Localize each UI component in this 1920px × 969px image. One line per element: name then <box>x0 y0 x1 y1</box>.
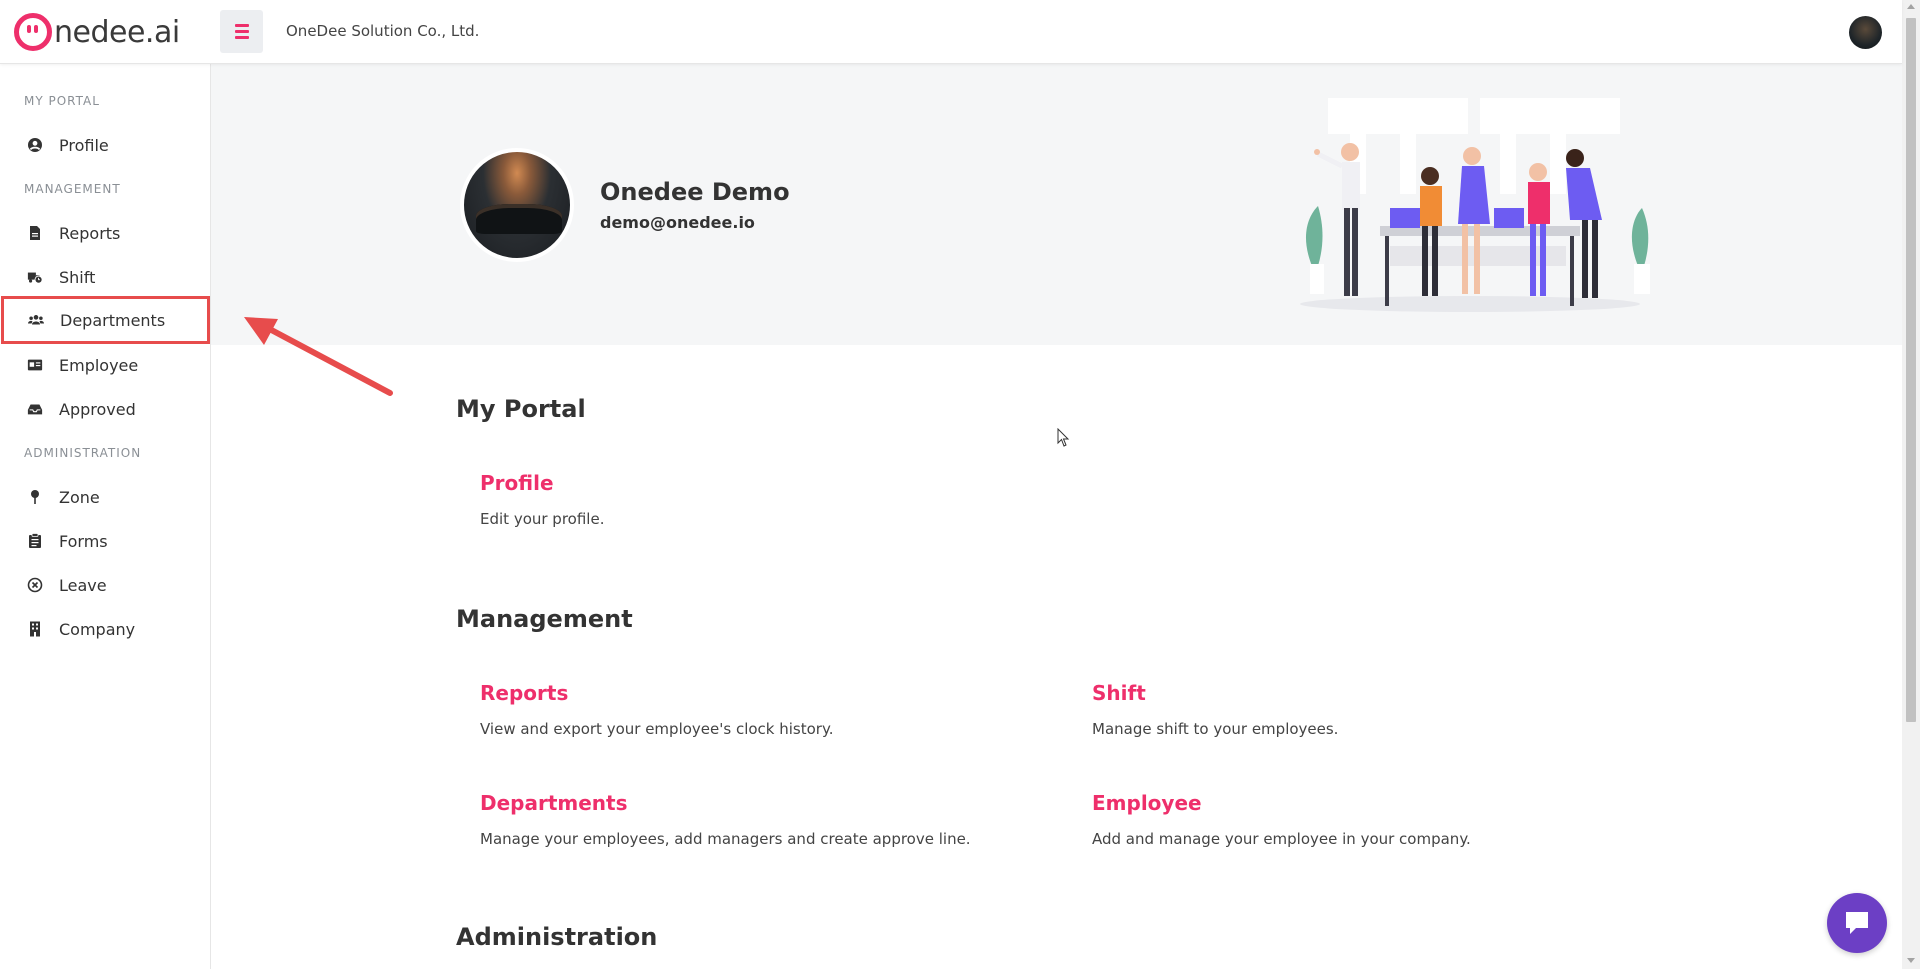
card-profile-desc: Edit your profile. <box>480 510 605 528</box>
scroll-up-arrow-icon[interactable] <box>1907 4 1915 9</box>
onedee-logo[interactable]: nedee.ai <box>14 12 180 52</box>
card-employee-link[interactable]: Employee <box>1092 791 1202 815</box>
hamburger-menu-button[interactable] <box>220 10 263 53</box>
card-reports-desc: View and export your employee's clock hi… <box>480 720 834 738</box>
card-departments-link[interactable]: Departments <box>480 791 628 815</box>
id-card-icon <box>27 357 43 373</box>
menu-icon <box>234 24 249 27</box>
card-departments-desc: Manage your employees, add managers and … <box>480 830 971 848</box>
sidebar-item-profile[interactable]: Profile <box>0 123 211 167</box>
top-bar: nedee.ai OneDee Solution Co., Ltd. <box>0 0 1902 64</box>
sidebar-item-zone[interactable]: Zone <box>0 475 211 519</box>
chat-bubble-icon <box>1846 912 1868 934</box>
sidebar-item-label: Employee <box>59 355 139 375</box>
sidebar-item-forms[interactable]: Forms <box>0 519 211 563</box>
building-icon <box>27 621 43 637</box>
page-scrollbar[interactable] <box>1902 0 1920 969</box>
sidebar-section-administration: ADMINISTRATION <box>24 446 142 460</box>
x-circle-icon <box>27 577 43 593</box>
sidebar-item-employee[interactable]: Employee <box>0 343 211 387</box>
sidebar-item-departments[interactable]: Departments <box>1 296 210 344</box>
card-reports-link[interactable]: Reports <box>480 681 568 705</box>
user-circle-icon <box>27 137 43 153</box>
sidebar-item-label: Profile <box>59 135 109 155</box>
profile-email: demo@onedee.io <box>600 213 755 232</box>
user-avatar[interactable] <box>1849 16 1882 49</box>
sidebar-item-label: Leave <box>59 575 107 595</box>
company-name: OneDee Solution Co., Ltd. <box>286 22 480 40</box>
sidebar-item-label: Departments <box>60 310 166 330</box>
sidebar-section-my-portal: MY PORTAL <box>24 94 100 108</box>
scroll-thumb[interactable] <box>1906 18 1916 722</box>
logo-text: nedee.ai <box>54 14 180 50</box>
users-icon <box>28 312 44 328</box>
section-heading-administration: Administration <box>456 923 658 951</box>
profile-avatar <box>460 148 574 262</box>
sidebar-item-label: Shift <box>59 267 96 287</box>
sidebar-item-label: Company <box>59 619 136 639</box>
card-shift-desc: Manage shift to your employees. <box>1092 720 1339 738</box>
sidebar-item-label: Forms <box>59 531 108 551</box>
profile-name: Onedee Demo <box>600 178 790 206</box>
sidebar-item-company[interactable]: Company <box>0 607 211 651</box>
sidebar-item-label: Zone <box>59 487 100 507</box>
section-heading-management: Management <box>456 605 633 633</box>
card-employee-desc: Add and manage your employee in your com… <box>1092 830 1471 848</box>
card-shift-link[interactable]: Shift <box>1092 681 1146 705</box>
sidebar: MY PORTAL Profile MANAGEMENT Reports Shi… <box>0 64 211 969</box>
sidebar-section-management: MANAGEMENT <box>24 182 121 196</box>
sidebar-item-reports[interactable]: Reports <box>0 211 211 255</box>
sidebar-item-label: Approved <box>59 399 136 419</box>
sidebar-item-approved[interactable]: Approved <box>0 387 211 431</box>
logo-mark-icon <box>14 13 52 51</box>
document-icon <box>27 225 43 241</box>
team-illustration <box>1300 98 1650 312</box>
scroll-down-arrow-icon[interactable] <box>1907 958 1915 963</box>
map-pin-icon <box>27 489 43 505</box>
chat-button[interactable] <box>1827 893 1887 953</box>
section-heading-my-portal: My Portal <box>456 395 586 423</box>
clipboard-icon <box>27 533 43 549</box>
sidebar-item-label: Reports <box>59 223 121 243</box>
inbox-icon <box>27 401 43 417</box>
sidebar-item-shift[interactable]: Shift <box>0 255 211 299</box>
card-profile-link[interactable]: Profile <box>480 471 554 495</box>
sidebar-item-leave[interactable]: Leave <box>0 563 211 607</box>
mouse-cursor-icon <box>1057 428 1070 447</box>
truck-clock-icon <box>27 269 43 285</box>
